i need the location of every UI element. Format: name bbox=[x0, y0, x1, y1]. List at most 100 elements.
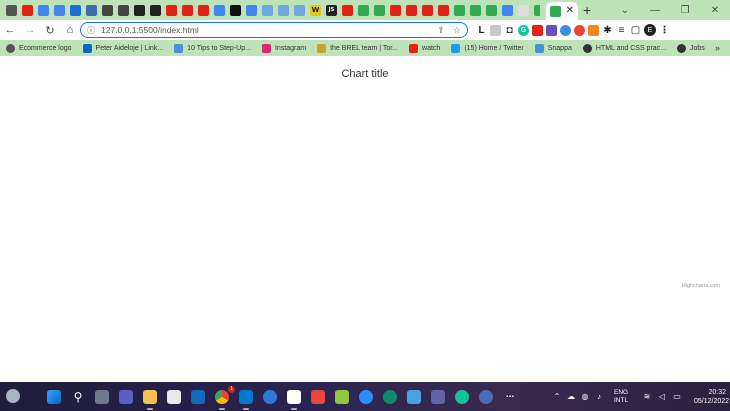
task-view-icon[interactable] bbox=[95, 389, 109, 404]
search-icon[interactable]: ⚲ bbox=[71, 390, 85, 404]
color-picker-icon[interactable] bbox=[574, 24, 585, 36]
chrome-taskbar-icon[interactable] bbox=[215, 389, 229, 410]
google-icon[interactable] bbox=[214, 4, 225, 16]
opera-icon[interactable] bbox=[198, 4, 209, 16]
minimize-icon[interactable]: — bbox=[640, 5, 670, 16]
tab-icon[interactable] bbox=[86, 4, 97, 16]
arrow-icon[interactable] bbox=[134, 4, 145, 16]
file-explorer-icon[interactable] bbox=[143, 389, 157, 410]
cloud-tray-icon[interactable]: ☁ bbox=[566, 392, 576, 402]
globe-icon[interactable] bbox=[479, 389, 493, 404]
youtube-icon[interactable] bbox=[342, 4, 353, 16]
teams-icon[interactable] bbox=[431, 389, 445, 404]
extension-grid-icon[interactable] bbox=[490, 24, 501, 36]
share-icon[interactable]: ⇪ bbox=[437, 25, 445, 36]
youtube-icon[interactable] bbox=[390, 4, 401, 16]
metamask-icon[interactable] bbox=[588, 24, 599, 36]
tab-search-icon[interactable]: ⌄ bbox=[610, 5, 640, 16]
menu-icon[interactable]: ⋮ bbox=[659, 25, 670, 36]
camera-icon[interactable]: ◘ bbox=[504, 25, 515, 36]
store-icon[interactable] bbox=[167, 389, 181, 404]
bookmark-item[interactable]: Instagram bbox=[261, 43, 306, 53]
js-icon[interactable]: JS bbox=[326, 4, 337, 16]
drive-icon[interactable] bbox=[470, 4, 481, 16]
mail-icon[interactable] bbox=[191, 389, 205, 404]
forward-icon[interactable]: → bbox=[20, 24, 40, 36]
drive-icon[interactable] bbox=[278, 4, 289, 16]
opera-icon[interactable] bbox=[166, 4, 177, 16]
youtube-icon[interactable] bbox=[406, 4, 417, 16]
opera-icon[interactable] bbox=[438, 4, 449, 16]
grammarly-icon[interactable]: G bbox=[518, 24, 529, 36]
microphone-icon[interactable]: ♪ bbox=[594, 392, 604, 402]
zoom-icon[interactable] bbox=[359, 389, 373, 404]
grammarly-taskbar-icon[interactable] bbox=[455, 389, 469, 404]
page-icon[interactable] bbox=[518, 4, 529, 16]
bookmark-star-icon[interactable]: ☆ bbox=[453, 25, 461, 36]
bookmark-item[interactable]: Ecommerce logo bbox=[6, 43, 72, 53]
bookmark-item[interactable]: watch bbox=[409, 43, 440, 53]
quick-settings[interactable]: ≋ ◁ ▭ bbox=[642, 382, 682, 411]
notepad-icon[interactable] bbox=[407, 389, 421, 404]
bookmark-item[interactable]: the BREL team | Tor... bbox=[317, 43, 398, 53]
security-icon[interactable]: ◍ bbox=[580, 392, 590, 402]
more-bookmarks-icon[interactable]: » bbox=[715, 40, 720, 56]
slack-icon[interactable] bbox=[287, 389, 301, 410]
back-icon[interactable]: ← bbox=[0, 24, 20, 36]
stack-icon[interactable] bbox=[70, 4, 81, 16]
extension-red-icon[interactable] bbox=[532, 24, 543, 36]
more-apps-icon[interactable]: ⋯ bbox=[503, 390, 517, 404]
drive-icon[interactable] bbox=[374, 4, 385, 16]
drive-icon[interactable] bbox=[294, 4, 305, 16]
docs-icon[interactable] bbox=[54, 4, 65, 16]
close-window-icon[interactable]: ✕ bbox=[700, 5, 730, 16]
chrome-icon[interactable] bbox=[6, 4, 17, 16]
edge-icon[interactable] bbox=[383, 389, 397, 404]
home-icon[interactable]: ⌂ bbox=[60, 24, 80, 36]
youtube-icon[interactable] bbox=[182, 4, 193, 16]
drive-icon[interactable] bbox=[358, 4, 369, 16]
cloud-icon[interactable] bbox=[560, 24, 571, 36]
medium-icon[interactable] bbox=[230, 4, 241, 16]
site-info-icon[interactable]: ⓘ bbox=[87, 25, 97, 36]
chat-icon[interactable] bbox=[119, 389, 133, 404]
box-icon[interactable] bbox=[335, 389, 349, 404]
close-tab-icon[interactable]: ✕ bbox=[566, 6, 574, 16]
drive-icon[interactable] bbox=[454, 4, 465, 16]
chevron-up-icon[interactable]: ⌃ bbox=[552, 392, 562, 402]
bookmark-item[interactable]: 10 Tips to Step-Up... bbox=[174, 43, 251, 53]
youtube-icon[interactable] bbox=[22, 4, 33, 16]
docs-icon[interactable] bbox=[38, 4, 49, 16]
vscode-icon[interactable] bbox=[239, 389, 253, 410]
address-bar[interactable]: ⓘ 127.0.0.1:5500/index.html ⇪ ☆ bbox=[80, 22, 468, 38]
bookmark-item[interactable]: Peter Aideloje | Link... bbox=[82, 43, 163, 53]
new-tab-button[interactable]: + bbox=[583, 2, 591, 18]
bookmark-item[interactable]: (15) Home / Twitter bbox=[451, 43, 524, 53]
edge-blue-icon[interactable] bbox=[263, 389, 277, 404]
youtube-icon[interactable] bbox=[422, 4, 433, 16]
side-panel-icon[interactable]: ▢ bbox=[630, 25, 641, 36]
highcharts-credits[interactable]: Highcharts.com bbox=[682, 283, 720, 289]
puzzle-icon[interactable]: ✱ bbox=[602, 25, 613, 36]
language-indicator[interactable]: ENG INTL bbox=[614, 389, 628, 405]
bookmark-item[interactable]: Snappa bbox=[534, 43, 572, 53]
extension-l-icon[interactable]: L bbox=[476, 25, 487, 36]
drive-icon[interactable] bbox=[262, 4, 273, 16]
reading-list-icon[interactable]: ≡ bbox=[616, 25, 627, 36]
anydesk-icon[interactable] bbox=[311, 389, 325, 404]
url-text[interactable]: 127.0.0.1:5500/index.html bbox=[101, 25, 429, 35]
google-icon[interactable] bbox=[502, 4, 513, 16]
bookmark-item[interactable]: HTML and CSS prac... bbox=[582, 43, 666, 53]
drive-icon[interactable] bbox=[486, 4, 497, 16]
google-icon[interactable] bbox=[246, 4, 257, 16]
target-icon[interactable] bbox=[150, 4, 161, 16]
start-icon[interactable] bbox=[47, 389, 61, 404]
leaf-icon[interactable] bbox=[534, 4, 540, 16]
active-tab[interactable]: ✕ bbox=[546, 2, 578, 20]
restore-icon[interactable]: ❐ bbox=[670, 5, 700, 16]
w-icon[interactable]: W bbox=[310, 4, 321, 16]
clock[interactable]: 20:32 05/12/2022 bbox=[694, 388, 729, 406]
extension-purple-icon[interactable] bbox=[546, 24, 557, 36]
grid-icon[interactable] bbox=[118, 4, 129, 16]
grid-icon[interactable] bbox=[102, 4, 113, 16]
